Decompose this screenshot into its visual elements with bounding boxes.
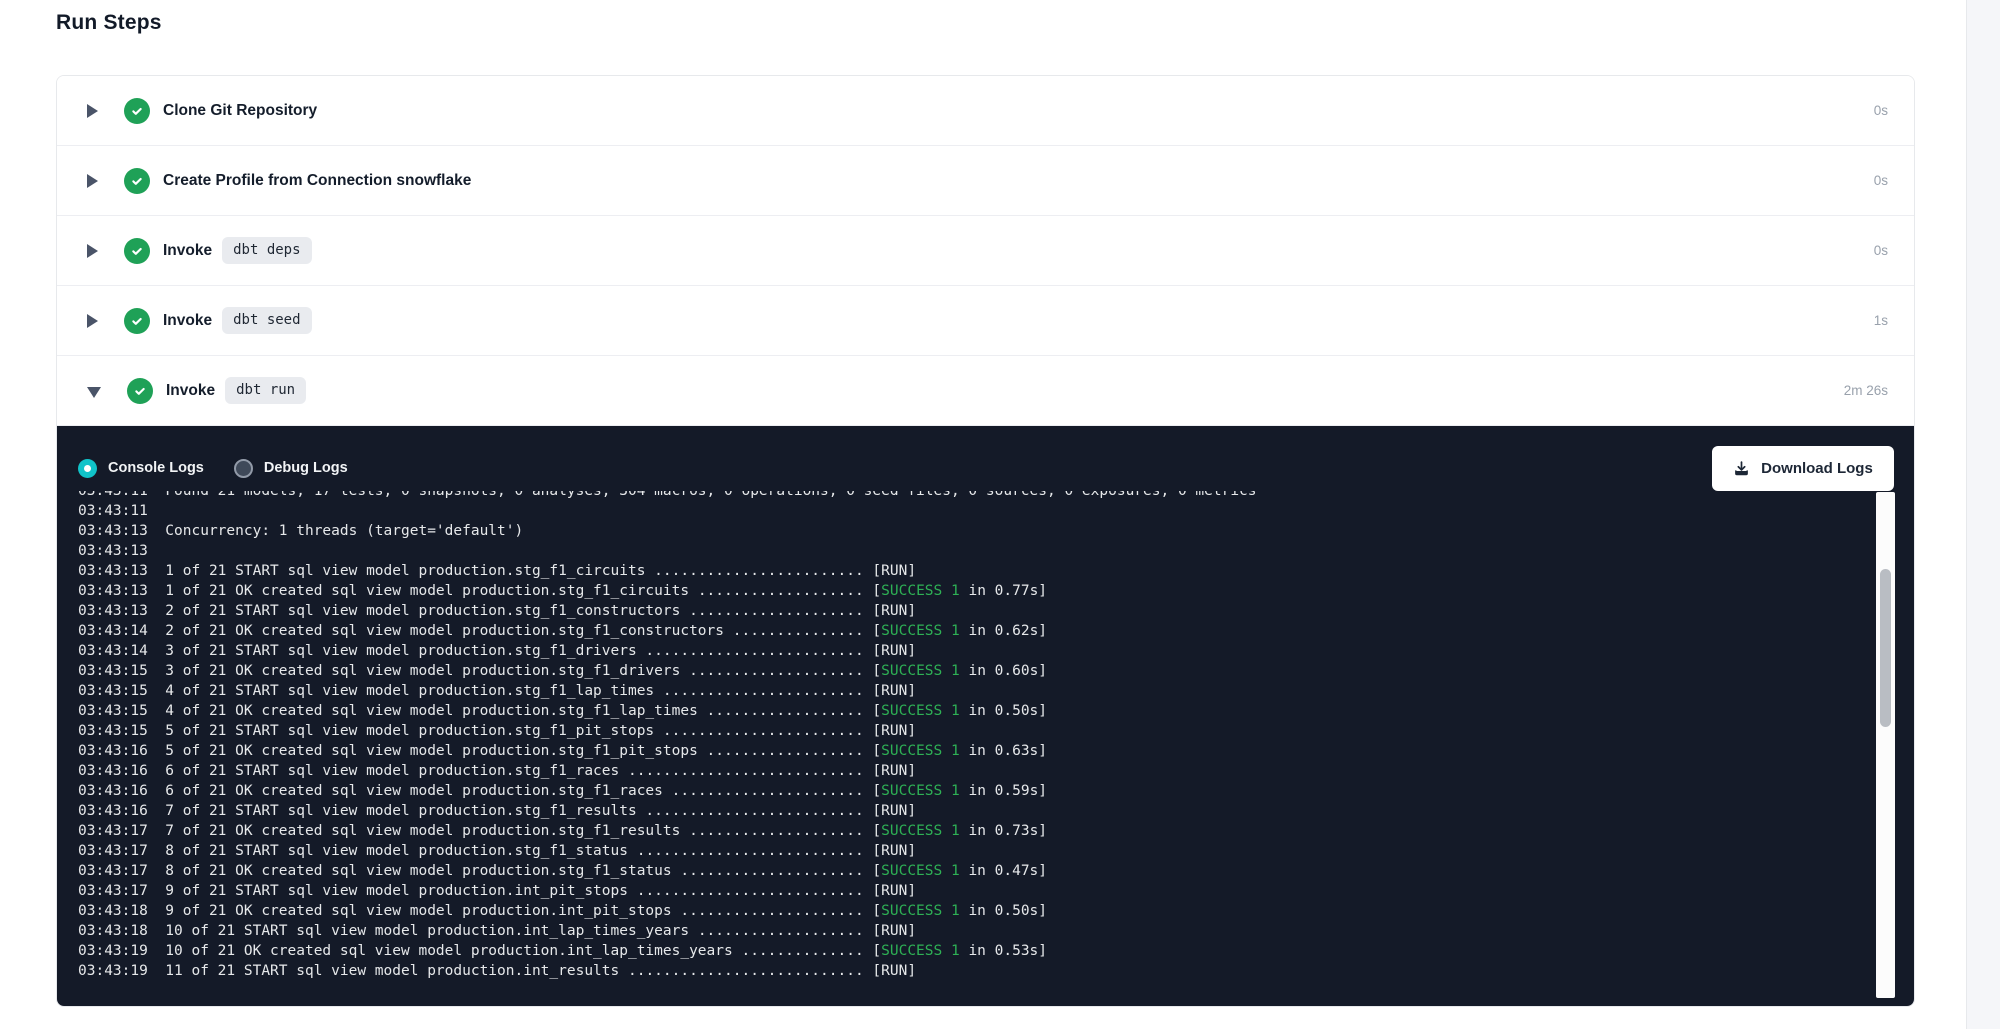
log-line: 03:43:15 5 of 21 START sql view model pr…: [78, 721, 1914, 741]
expand-chevron-icon[interactable]: [87, 174, 98, 188]
step-label: Invoke: [163, 242, 212, 260]
log-panel: Console Logs Debug Logs Download Logs 03…: [57, 426, 1914, 1006]
log-line: 03:43:16 6 of 21 OK created sql view mod…: [78, 781, 1914, 801]
download-icon: [1733, 460, 1750, 477]
log-line: 03:43:19 11 of 21 START sql view model p…: [78, 961, 1914, 981]
debug-logs-radio[interactable]: Debug Logs: [234, 459, 348, 478]
log-line: 03:43:13 Concurrency: 1 threads (target=…: [78, 521, 1914, 541]
log-output: 03:43:11 Found 21 models, 17 tests, 0 sn…: [57, 491, 1914, 1006]
log-line: 03:43:14 2 of 21 OK created sql view mod…: [78, 621, 1914, 641]
success-check-icon: [124, 308, 150, 334]
expand-chevron-icon[interactable]: [87, 244, 98, 258]
step-row[interactable]: Create Profile from Connection snowflake…: [57, 146, 1914, 216]
log-line: 03:43:16 6 of 21 START sql view model pr…: [78, 761, 1914, 781]
step-command-badge: dbt run: [225, 377, 306, 404]
expand-chevron-icon[interactable]: [87, 104, 98, 118]
log-line: 03:43:17 9 of 21 START sql view model pr…: [78, 881, 1914, 901]
download-logs-button[interactable]: Download Logs: [1712, 446, 1894, 491]
step-row[interactable]: Clone Git Repository 0s: [57, 76, 1914, 146]
log-panel-header: Console Logs Debug Logs Download Logs: [57, 444, 1914, 492]
log-line: 03:43:15 4 of 21 OK created sql view mod…: [78, 701, 1914, 721]
radio-unselected-icon[interactable]: [234, 459, 253, 478]
log-line: 03:43:17 8 of 21 START sql view model pr…: [78, 841, 1914, 861]
console-logs-label: Console Logs: [108, 460, 204, 476]
step-row[interactable]: Invoke dbt deps 0s: [57, 216, 1914, 286]
page-scroll-gutter: [1966, 0, 2000, 1029]
log-line: 03:43:18 9 of 21 OK created sql view mod…: [78, 901, 1914, 921]
success-check-icon: [124, 168, 150, 194]
expand-chevron-icon[interactable]: [87, 314, 98, 328]
log-scrollbar-track[interactable]: [1876, 492, 1895, 998]
step-label: Create Profile from Connection snowflake: [163, 172, 471, 190]
debug-logs-label: Debug Logs: [264, 460, 348, 476]
log-line: 03:43:13 2 of 21 START sql view model pr…: [78, 601, 1914, 621]
log-line: 03:43:15 3 of 21 OK created sql view mod…: [78, 661, 1914, 681]
step-duration: 0s: [1874, 243, 1888, 258]
success-check-icon: [127, 378, 153, 404]
step-duration: 1s: [1874, 313, 1888, 328]
log-line: 03:43:11 Found 21 models, 17 tests, 0 sn…: [78, 491, 1914, 501]
step-duration: 2m 26s: [1844, 383, 1888, 398]
log-line: 03:43:11: [78, 501, 1914, 521]
log-line: 03:43:13 1 of 21 OK created sql view mod…: [78, 581, 1914, 601]
log-line: 03:43:15 4 of 21 START sql view model pr…: [78, 681, 1914, 701]
log-line: 03:43:18 10 of 21 START sql view model p…: [78, 921, 1914, 941]
download-logs-label: Download Logs: [1761, 460, 1873, 477]
log-line: 03:43:17 8 of 21 OK created sql view mod…: [78, 861, 1914, 881]
log-line: 03:43:16 7 of 21 START sql view model pr…: [78, 801, 1914, 821]
log-scrollbar-thumb[interactable]: [1880, 569, 1891, 727]
log-line: 03:43:17 7 of 21 OK created sql view mod…: [78, 821, 1914, 841]
success-check-icon: [124, 98, 150, 124]
run-steps-card: Clone Git Repository 0s Create Profile f…: [56, 75, 1915, 1007]
log-line: 03:43:13: [78, 541, 1914, 561]
success-check-icon: [124, 238, 150, 264]
step-duration: 0s: [1874, 173, 1888, 188]
log-line: 03:43:14 3 of 21 START sql view model pr…: [78, 641, 1914, 661]
step-duration: 0s: [1874, 103, 1888, 118]
log-line: 03:43:13 1 of 21 START sql view model pr…: [78, 561, 1914, 581]
log-line: 03:43:16 5 of 21 OK created sql view mod…: [78, 741, 1914, 761]
step-label: Invoke: [166, 382, 215, 400]
page-title: Run Steps: [56, 11, 162, 35]
step-row[interactable]: Invoke dbt run 2m 26s: [57, 356, 1914, 426]
steps-list: Clone Git Repository 0s Create Profile f…: [57, 76, 1914, 426]
console-logs-radio[interactable]: Console Logs: [78, 459, 204, 478]
radio-selected-icon[interactable]: [78, 459, 97, 478]
step-label: Invoke: [163, 312, 212, 330]
log-line: 03:43:19 10 of 21 OK created sql view mo…: [78, 941, 1914, 961]
step-label: Clone Git Repository: [163, 102, 317, 120]
step-row[interactable]: Invoke dbt seed 1s: [57, 286, 1914, 356]
expand-chevron-icon[interactable]: [87, 387, 101, 398]
step-command-badge: dbt seed: [222, 307, 311, 334]
step-command-badge: dbt deps: [222, 237, 311, 264]
